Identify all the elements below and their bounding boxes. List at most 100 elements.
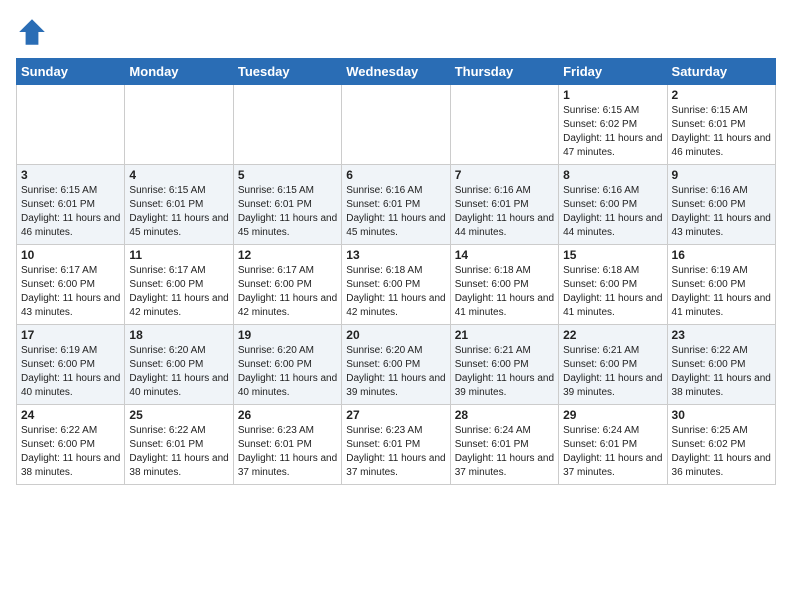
day-header-monday: Monday [125,59,233,85]
logo [16,16,52,48]
calendar-cell: 30 Sunrise: 6:25 AM Sunset: 6:02 PM Dayli… [667,405,775,485]
day-number: 16 [672,248,771,262]
day-info: Sunrise: 6:15 AM Sunset: 6:01 PM Dayligh… [21,184,120,240]
day-info: Sunrise: 6:22 AM Sunset: 6:00 PM Dayligh… [672,344,771,400]
week-row-1: 3Sunrise: 6:15 AM Sunset: 6:01 PM Daylig… [17,165,776,245]
day-info: Sunrise: 6:17 AM Sunset: 6:00 PM Dayligh… [238,264,337,320]
calendar-cell: 13 Sunrise: 6:18 AM Sunset: 6:00 PM Dayli… [342,245,450,325]
calendar-cell: 3Sunrise: 6:15 AM Sunset: 6:01 PM Daylig… [17,165,125,245]
day-info: Sunrise: 6:19 AM Sunset: 6:00 PM Dayligh… [21,344,120,400]
day-info: Sunrise: 6:20 AM Sunset: 6:00 PM Dayligh… [238,344,337,400]
day-header-thursday: Thursday [450,59,558,85]
calendar-cell: 9 Sunrise: 6:16 AM Sunset: 6:00 PM Daylig… [667,165,775,245]
calendar-cell: 28 Sunrise: 6:24 AM Sunset: 6:01 PM Dayli… [450,405,558,485]
day-number: 28 [455,408,554,422]
day-info: Sunrise: 6:23 AM Sunset: 6:01 PM Dayligh… [346,424,445,480]
day-number: 2 [672,88,771,102]
logo-icon [16,16,48,48]
week-row-2: 10 Sunrise: 6:17 AM Sunset: 6:00 PM Dayli… [17,245,776,325]
day-info: Sunrise: 6:22 AM Sunset: 6:01 PM Dayligh… [129,424,228,480]
week-row-4: 24 Sunrise: 6:22 AM Sunset: 6:00 PM Dayli… [17,405,776,485]
calendar-cell: 29Sunrise: 6:24 AM Sunset: 6:01 PM Dayli… [559,405,667,485]
day-info: Sunrise: 6:18 AM Sunset: 6:00 PM Dayligh… [346,264,445,320]
day-info: Sunrise: 6:15 AM Sunset: 6:01 PM Dayligh… [129,184,228,240]
day-number: 22 [563,328,662,342]
day-info: Sunrise: 6:18 AM Sunset: 6:00 PM Dayligh… [563,264,662,320]
calendar-cell [125,85,233,165]
calendar-cell: 23 Sunrise: 6:22 AM Sunset: 6:00 PM Dayli… [667,325,775,405]
calendar-cell: 17 Sunrise: 6:19 AM Sunset: 6:00 PM Dayli… [17,325,125,405]
day-info: Sunrise: 6:21 AM Sunset: 6:00 PM Dayligh… [455,344,554,400]
calendar-cell: 10 Sunrise: 6:17 AM Sunset: 6:00 PM Dayli… [17,245,125,325]
day-number: 25 [129,408,228,422]
day-info: Sunrise: 6:17 AM Sunset: 6:00 PM Dayligh… [21,264,120,320]
week-row-0: 1Sunrise: 6:15 AM Sunset: 6:02 PM Daylig… [17,85,776,165]
day-info: Sunrise: 6:23 AM Sunset: 6:01 PM Dayligh… [238,424,337,480]
day-info: Sunrise: 6:20 AM Sunset: 6:00 PM Dayligh… [129,344,228,400]
day-number: 21 [455,328,554,342]
calendar-cell: 2Sunrise: 6:15 AM Sunset: 6:01 PM Daylig… [667,85,775,165]
day-number: 6 [346,168,445,182]
calendar-cell: 16 Sunrise: 6:19 AM Sunset: 6:00 PM Dayli… [667,245,775,325]
calendar-cell: 5Sunrise: 6:15 AM Sunset: 6:01 PM Daylig… [233,165,341,245]
day-number: 19 [238,328,337,342]
day-number: 14 [455,248,554,262]
day-header-saturday: Saturday [667,59,775,85]
day-number: 27 [346,408,445,422]
day-number: 17 [21,328,120,342]
calendar-cell: 19 Sunrise: 6:20 AM Sunset: 6:00 PM Dayli… [233,325,341,405]
day-header-sunday: Sunday [17,59,125,85]
day-number: 11 [129,248,228,262]
calendar-cell: 6 Sunrise: 6:16 AM Sunset: 6:01 PM Daylig… [342,165,450,245]
day-number: 26 [238,408,337,422]
day-number: 23 [672,328,771,342]
calendar-cell: 14 Sunrise: 6:18 AM Sunset: 6:00 PM Dayli… [450,245,558,325]
page: SundayMondayTuesdayWednesdayThursdayFrid… [0,0,792,495]
header [16,16,776,48]
day-info: Sunrise: 6:19 AM Sunset: 6:00 PM Dayligh… [672,264,771,320]
calendar-cell: 18Sunrise: 6:20 AM Sunset: 6:00 PM Dayli… [125,325,233,405]
calendar-cell: 4 Sunrise: 6:15 AM Sunset: 6:01 PM Daylig… [125,165,233,245]
day-number: 30 [672,408,771,422]
day-info: Sunrise: 6:16 AM Sunset: 6:00 PM Dayligh… [672,184,771,240]
day-number: 15 [563,248,662,262]
day-number: 13 [346,248,445,262]
day-header-friday: Friday [559,59,667,85]
day-info: Sunrise: 6:24 AM Sunset: 6:01 PM Dayligh… [455,424,554,480]
day-header-wednesday: Wednesday [342,59,450,85]
day-number: 12 [238,248,337,262]
calendar-cell: 26 Sunrise: 6:23 AM Sunset: 6:01 PM Dayli… [233,405,341,485]
week-row-3: 17 Sunrise: 6:19 AM Sunset: 6:00 PM Dayli… [17,325,776,405]
day-header-tuesday: Tuesday [233,59,341,85]
day-info: Sunrise: 6:16 AM Sunset: 6:00 PM Dayligh… [563,184,662,240]
day-info: Sunrise: 6:15 AM Sunset: 6:02 PM Dayligh… [563,104,662,160]
calendar-cell: 7 Sunrise: 6:16 AM Sunset: 6:01 PM Daylig… [450,165,558,245]
calendar-cell [342,85,450,165]
day-info: Sunrise: 6:22 AM Sunset: 6:00 PM Dayligh… [21,424,120,480]
calendar-cell: 25 Sunrise: 6:22 AM Sunset: 6:01 PM Dayli… [125,405,233,485]
calendar-table: SundayMondayTuesdayWednesdayThursdayFrid… [16,58,776,485]
day-number: 10 [21,248,120,262]
calendar-cell [450,85,558,165]
day-info: Sunrise: 6:18 AM Sunset: 6:00 PM Dayligh… [455,264,554,320]
day-info: Sunrise: 6:20 AM Sunset: 6:00 PM Dayligh… [346,344,445,400]
calendar-cell: 12 Sunrise: 6:17 AM Sunset: 6:00 PM Dayli… [233,245,341,325]
calendar-cell: 20Sunrise: 6:20 AM Sunset: 6:00 PM Dayli… [342,325,450,405]
day-number: 9 [672,168,771,182]
day-info: Sunrise: 6:16 AM Sunset: 6:01 PM Dayligh… [455,184,554,240]
day-number: 24 [21,408,120,422]
calendar-cell: 24 Sunrise: 6:22 AM Sunset: 6:00 PM Dayli… [17,405,125,485]
calendar-cell [233,85,341,165]
day-info: Sunrise: 6:25 AM Sunset: 6:02 PM Dayligh… [672,424,771,480]
calendar-cell: 15 Sunrise: 6:18 AM Sunset: 6:00 PM Dayli… [559,245,667,325]
day-info: Sunrise: 6:16 AM Sunset: 6:01 PM Dayligh… [346,184,445,240]
day-info: Sunrise: 6:21 AM Sunset: 6:00 PM Dayligh… [563,344,662,400]
day-number: 7 [455,168,554,182]
calendar-cell [17,85,125,165]
calendar-cell: 8 Sunrise: 6:16 AM Sunset: 6:00 PM Daylig… [559,165,667,245]
day-number: 4 [129,168,228,182]
day-number: 8 [563,168,662,182]
calendar-cell: 21 Sunrise: 6:21 AM Sunset: 6:00 PM Dayli… [450,325,558,405]
calendar-cell: 11Sunrise: 6:17 AM Sunset: 6:00 PM Dayli… [125,245,233,325]
day-number: 29 [563,408,662,422]
